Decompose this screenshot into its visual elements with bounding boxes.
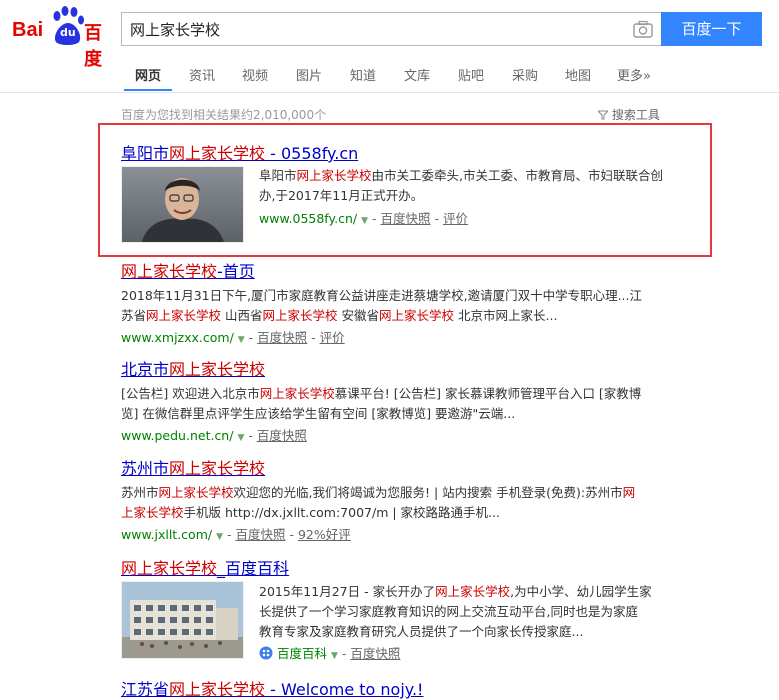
snapshot-link[interactable]: 百度快照 [380,211,430,226]
search-query[interactable]: 网上家长学校 [130,19,220,40]
header: Bai du 百度 网上家长学校 百度一下 [0,0,779,70]
snapshot-link[interactable]: 百度快照 [257,428,307,443]
result-count: 百度为您找到相关结果约2,010,000个 [121,108,327,122]
search-tools-label: 搜索工具 [611,108,660,122]
result-thumbnail[interactable] [121,581,244,659]
dropdown-icon[interactable]: ▼ [331,651,338,661]
active-tab-indicator [124,89,172,91]
tab-purchase[interactable]: 采购 [512,65,538,84]
camera-icon[interactable] [633,20,653,38]
result-item: 阜阳市网上家长学校 - 0558fy.cn [121,140,661,164]
portrait-image [122,167,243,242]
result-item: 网上家长学校_百度百科 [121,555,666,579]
result-title[interactable]: 网上家长学校-首页 [121,258,666,282]
search-button[interactable]: 百度一下 [661,12,762,46]
tab-news[interactable]: 资讯 [189,65,215,84]
dropdown-icon[interactable]: ▼ [237,433,244,443]
result-footer: www.0558fy.cn/ ▼ - 百度快照 - 评价 [259,211,468,226]
baidu-logo[interactable]: Bai du 百度 [10,5,116,70]
dropdown-icon[interactable]: ▼ [361,216,368,226]
result-item-partial: 江苏省网上家长学校 - Welcome to nojy.! [121,676,521,700]
result-body: 阜阳市网上家长学校由市关工委牵头,市关工委、市教育局、市妇联联合创办,于2017… [259,166,664,227]
search-tools[interactable]: 搜索工具 [596,106,660,123]
baike-icon [259,646,273,660]
result-title[interactable]: 网上家长学校_百度百科 [121,555,666,579]
review-link[interactable]: 评价 [443,211,468,226]
tab-images[interactable]: 图片 [296,65,322,84]
logo-bai: Bai [12,19,44,41]
result-item: 网上家长学校-首页 2018年11月31日下午,厦门市家庭教育公益讲座走进蔡塘学… [121,258,666,346]
result-description: [公告栏] 欢迎进入北京市网上家长学校慕课平台! [公告栏] 家长慕课教师管理平… [121,386,642,421]
result-description: 苏州市网上家长学校欢迎您的光临,我们将竭诚为您服务! | 站内搜索 手机登录(免… [121,485,636,520]
tab-more[interactable]: 更多» [617,65,651,84]
tab-wenku[interactable]: 文库 [404,65,430,84]
result-title[interactable]: 苏州市网上家长学校 [121,455,666,479]
search-input[interactable]: 网上家长学校 [121,12,661,46]
result-url[interactable]: www.xmjzxx.com/ [121,330,234,345]
tab-map[interactable]: 地图 [565,65,591,84]
snapshot-link[interactable]: 百度快照 [350,646,400,661]
result-footer: www.jxllt.com/ ▼ - 百度快照 - 92%好评 [121,527,351,542]
snapshot-link[interactable]: 百度快照 [235,527,285,542]
result-url[interactable]: www.pedu.net.cn/ [121,428,233,443]
dropdown-icon[interactable]: ▼ [216,532,223,542]
result-thumbnail[interactable] [121,166,244,243]
result-footer: www.xmjzxx.com/ ▼ - 百度快照 - 评价 [121,330,345,345]
result-description: 2018年11月31日下午,厦门市家庭教育公益讲座走进蔡塘学校,邀请厦门双十中学… [121,288,642,323]
result-source[interactable]: 百度百科 [277,646,327,661]
filter-icon [596,110,610,120]
tab-tieba[interactable]: 贴吧 [458,65,484,84]
tab-zhidao[interactable]: 知道 [350,65,376,84]
result-title[interactable]: 江苏省网上家长学校 - Welcome to nojy.! [121,676,521,700]
result-footer: 百度百科 ▼ - 百度快照 [259,643,669,662]
result-url[interactable]: www.0558fy.cn/ [259,211,357,226]
tab-video[interactable]: 视频 [242,65,268,84]
result-description: 阜阳市网上家长学校由市关工委牵头,市关工委、市教育局、市妇联联合创办,于2017… [259,168,664,203]
school-building-image [122,582,243,658]
result-item: 北京市网上家长学校 [公告栏] 欢迎进入北京市网上家长学校慕课平台! [公告栏]… [121,356,666,444]
tab-webpage[interactable]: 网页 [135,65,161,84]
result-description: 2015年11月27日 - 家长开办了网上家长学校,为中小学、幼儿园学生家 长提… [259,584,652,639]
review-link[interactable]: 评价 [320,330,345,345]
logo-du: du [60,26,76,39]
result-title[interactable]: 北京市网上家长学校 [121,356,666,380]
result-title[interactable]: 阜阳市网上家长学校 - 0558fy.cn [121,140,661,164]
result-url[interactable]: www.jxllt.com/ [121,527,212,542]
rating-link[interactable]: 92%好评 [298,527,351,542]
search-tabs: 网页 资讯 视频 图片 知道 文库 贴吧 采购 地图 更多» [0,58,779,93]
dropdown-icon[interactable]: ▼ [238,335,245,345]
result-item: 苏州市网上家长学校 苏州市网上家长学校欢迎您的光临,我们将竭诚为您服务! | 站… [121,455,666,543]
result-footer: www.pedu.net.cn/ ▼ - 百度快照 [121,428,307,443]
result-body: 2015年11月27日 - 家长开办了网上家长学校,为中小学、幼儿园学生家 长提… [259,582,669,662]
snapshot-link[interactable]: 百度快照 [257,330,307,345]
